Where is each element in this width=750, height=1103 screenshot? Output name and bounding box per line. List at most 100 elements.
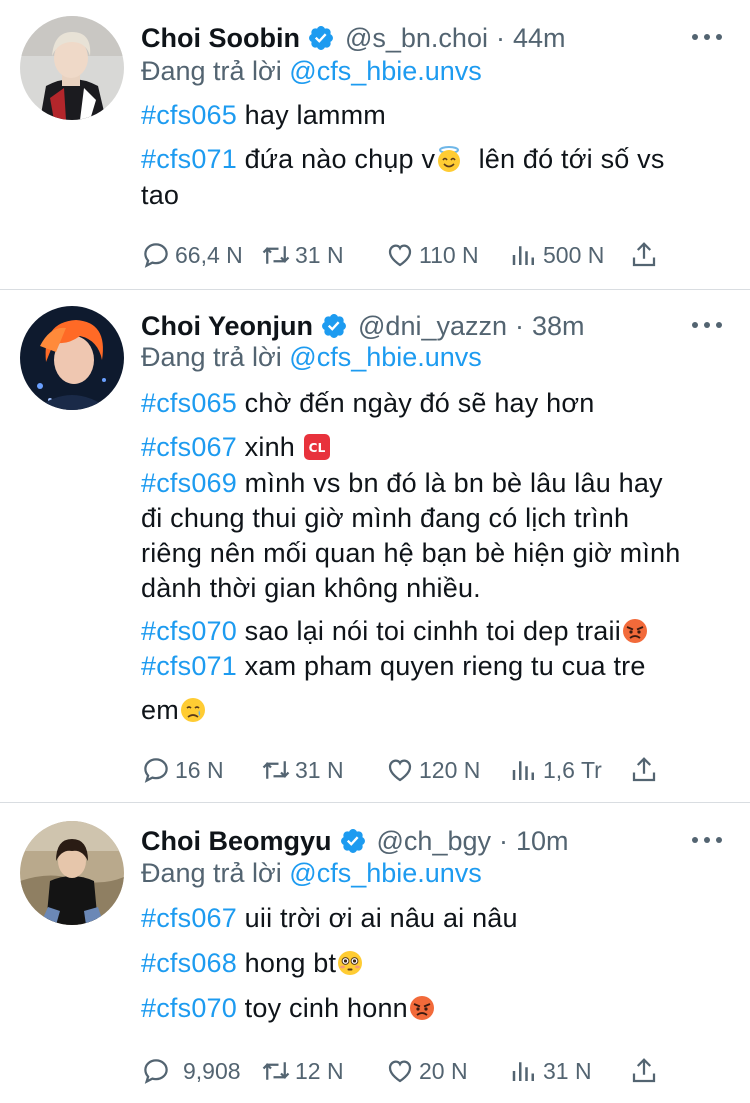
reply-mention-link[interactable]: @cfs_hbie.unvs [289, 342, 482, 372]
share-button[interactable] [629, 1053, 659, 1089]
reply-prefix: Đang trả lời [141, 342, 282, 372]
views-count: 31 N [543, 1057, 592, 1084]
reply-mention-link[interactable]: @cfs_hbie.unvs [289, 56, 482, 86]
reply-count: 9,908 [183, 1057, 241, 1084]
reply-button[interactable]: 9,908 [141, 1053, 241, 1089]
more-options-icon[interactable] [692, 825, 722, 855]
tweet-text-line: #cfs069 mình vs bn đó là bn bè lâu lâu h… [141, 468, 663, 499]
reply-icon [144, 758, 168, 783]
hashtag-link[interactable]: #cfs071 [141, 651, 237, 681]
reply-prefix: Đang trả lời [141, 56, 282, 86]
like-button[interactable]: 120 N [385, 752, 480, 788]
hashtag-link[interactable]: #cfs065 [141, 388, 237, 418]
handle[interactable]: @ch_bgy [377, 826, 491, 857]
tweet-header: Choi Yeonjun @dni_yazzn · 38m [141, 306, 585, 346]
tweet-header: Choi Beomgyu @ch_bgy · 10m [141, 821, 569, 861]
tweet-text-line: #cfs065 chờ đến ngày đó sẽ hay hơn [141, 388, 595, 419]
angry-face-emoji-icon [621, 617, 649, 645]
svg-text:CL: CL [308, 441, 325, 455]
tweet-text: hay lammm [236, 100, 386, 130]
angry-face-emoji-icon [408, 994, 436, 1022]
hashtag-link[interactable]: #cfs068 [141, 948, 237, 978]
tweet-text-line: #cfs071 xam pham quyen rieng tu cua tre [141, 651, 646, 682]
tweet-2[interactable]: Choi Yeonjun @dni_yazzn · 38m Đang trả l… [0, 290, 750, 802]
flushed-face-emoji-icon [336, 949, 364, 977]
handle[interactable]: @s_bn.choi [345, 23, 488, 54]
share-button[interactable] [629, 237, 659, 273]
timestamp[interactable]: 44m [513, 23, 566, 54]
tweet-text-line: dành thời gian không nhiều. [141, 573, 481, 604]
avatar[interactable] [20, 16, 124, 120]
separator-dot: · [499, 825, 508, 856]
more-options-icon[interactable] [692, 22, 722, 52]
tweet-text-line: #cfs070 sao lại nói toi cinhh toi dep tr… [141, 616, 649, 647]
reply-button[interactable]: 66,4 N [141, 237, 243, 273]
views-button[interactable]: 500 N [509, 237, 604, 273]
like-button[interactable]: 20 N [385, 1053, 468, 1089]
tweet-header: Choi Soobin @s_bn.choi · 44m [141, 18, 566, 58]
verified-badge-icon [307, 24, 335, 52]
tweet-1[interactable]: Choi Soobin @s_bn.choi · 44m Đang trả lờ… [0, 0, 750, 289]
tweet-text-line: #cfs065 hay lammm [141, 100, 386, 131]
heart-icon [388, 759, 412, 782]
hashtag-link[interactable]: #cfs070 [141, 616, 237, 646]
tweet-text-line: em [141, 695, 207, 726]
like-button[interactable]: 110 N [385, 237, 479, 273]
tweet-text: tao [141, 180, 180, 210]
timestamp[interactable]: 10m [516, 826, 569, 857]
handle[interactable]: @dni_yazzn [358, 311, 507, 342]
tweet-text: riêng nên mối quan hệ bạn bè hiện giờ mì… [141, 538, 681, 568]
hashtag-link[interactable]: #cfs067 [141, 432, 237, 462]
retweet-count: 31 N [295, 241, 344, 268]
crying-face-emoji-icon [179, 696, 207, 724]
tweet-text: toy cinh honn [236, 993, 408, 1023]
tweet-3[interactable]: Choi Beomgyu @ch_bgy · 10m Đang trả lời … [0, 803, 750, 1103]
reply-count: 66,4 N [175, 241, 243, 268]
tweet-text: sao lại nói toi cinhh toi dep traii [236, 616, 621, 646]
tweet-text-line: #cfs070 toy cinh honn [141, 993, 436, 1024]
reply-count: 16 N [175, 756, 224, 783]
cl-button-emoji-icon: CL [303, 433, 331, 461]
tweet-text: em [141, 695, 179, 725]
reply-icon [144, 243, 168, 268]
heart-icon [388, 1060, 412, 1083]
halo-smile-emoji-icon [435, 145, 463, 173]
views-chart-icon [512, 1062, 534, 1081]
retweet-icon [262, 761, 290, 779]
like-count: 110 N [419, 241, 479, 268]
hashtag-link[interactable]: #cfs067 [141, 903, 237, 933]
hashtag-link[interactable]: #cfs071 [141, 144, 237, 174]
retweet-button[interactable]: 12 N [261, 1053, 344, 1089]
retweet-icon [262, 246, 290, 264]
display-name[interactable]: Choi Beomgyu [141, 826, 332, 857]
retweet-button[interactable]: 31 N [261, 752, 344, 788]
views-button[interactable]: 31 N [509, 1053, 592, 1089]
separator-dot: · [495, 22, 505, 53]
avatar[interactable] [20, 306, 124, 410]
retweet-count: 12 N [295, 1057, 344, 1084]
like-count: 20 N [419, 1057, 468, 1084]
display-name[interactable]: Choi Yeonjun [141, 311, 313, 342]
tweet-text-line: #cfs067 xinh CL [141, 432, 331, 463]
tweet-text: xinh [236, 432, 303, 462]
share-button[interactable] [629, 752, 659, 788]
tweet-text: chờ đến ngày đó sẽ hay hơn [236, 388, 595, 418]
reply-context: Đang trả lời @cfs_hbie.unvs [141, 858, 482, 889]
timestamp[interactable]: 38m [532, 311, 585, 342]
share-icon [632, 242, 656, 267]
reply-mention-link[interactable]: @cfs_hbie.unvs [289, 858, 482, 888]
retweet-count: 31 N [295, 756, 344, 783]
display-name[interactable]: Choi Soobin [141, 23, 300, 54]
more-options-icon[interactable] [692, 310, 722, 340]
tweet-text: xam pham quyen rieng tu cua tre [236, 651, 646, 681]
tweet-text-line: #cfs071 đứa nào chụp v lên đó tới số vs [141, 144, 665, 175]
tweet-text: uii trời ơi ai nâu ai nâu [236, 903, 518, 933]
retweet-button[interactable]: 31 N [261, 237, 344, 273]
reply-button[interactable]: 16 N [141, 752, 224, 788]
views-button[interactable]: 1,6 Tr [509, 752, 602, 788]
hashtag-link[interactable]: #cfs069 [141, 468, 237, 498]
avatar[interactable] [20, 821, 124, 925]
share-icon [632, 757, 656, 782]
hashtag-link[interactable]: #cfs070 [141, 993, 237, 1023]
hashtag-link[interactable]: #cfs065 [141, 100, 237, 130]
